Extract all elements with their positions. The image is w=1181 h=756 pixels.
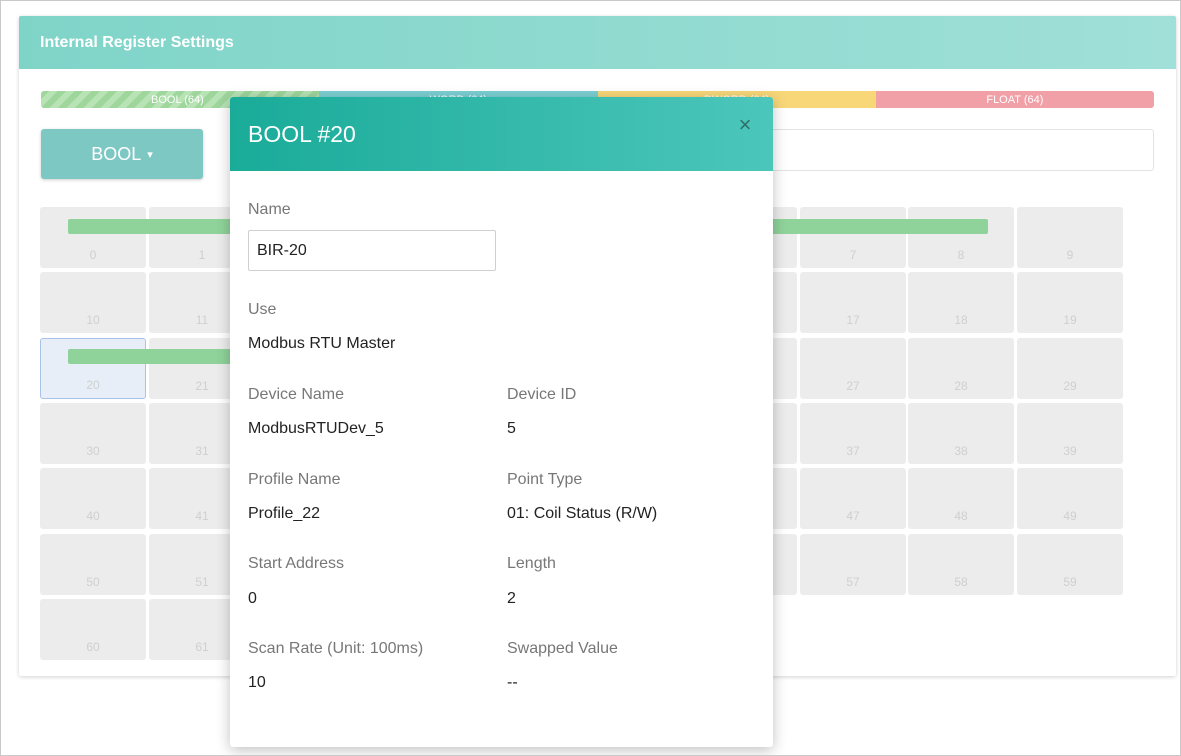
register-cell[interactable]: 38 (908, 403, 1014, 464)
register-cell[interactable]: 39 (1017, 403, 1123, 464)
register-cell-index: 47 (846, 509, 860, 523)
use-value: Modbus RTU Master (248, 335, 396, 352)
register-cell-index: 39 (1063, 444, 1077, 458)
register-cell[interactable]: 50 (40, 534, 146, 595)
register-cell[interactable]: 48 (908, 468, 1014, 529)
start-address-value: 0 (248, 590, 257, 607)
type-segment-float-label: FLOAT (64) (986, 93, 1044, 106)
register-cell[interactable]: 9 (1017, 207, 1123, 268)
register-cell[interactable]: 20 (40, 338, 146, 399)
register-cell-index: 40 (86, 509, 100, 523)
register-cell-index: 20 (86, 378, 100, 392)
register-cell-index: 50 (86, 575, 100, 589)
register-cell-index: 18 (954, 313, 968, 327)
card-header: Internal Register Settings (19, 16, 1176, 69)
app-frame: Internal Register Settings BOOL (64) WOR… (0, 0, 1181, 756)
register-cell-index: 28 (954, 379, 968, 393)
register-detail-dialog: BOOL #20 × Name Use Modbus RTU Master De… (230, 97, 773, 747)
profile-name-label: Profile Name (248, 471, 341, 488)
device-id-value: 5 (507, 420, 516, 437)
register-cell-index: 0 (89, 248, 97, 262)
register-cell-index: 51 (195, 575, 209, 589)
caret-down-icon: ▾ (147, 148, 153, 161)
register-cell-index: 49 (1063, 509, 1077, 523)
scan-rate-value: 10 (248, 674, 266, 691)
start-address-label: Start Address (248, 555, 345, 572)
register-cell-index: 8 (957, 248, 965, 262)
register-type-dropdown[interactable]: BOOL ▾ (41, 129, 203, 179)
register-cell[interactable]: 17 (800, 272, 906, 333)
register-cell[interactable]: 7 (800, 207, 906, 268)
type-segment-bool-label: BOOL (64) (151, 93, 204, 106)
register-cell[interactable]: 49 (1017, 468, 1123, 529)
name-input[interactable] (248, 230, 496, 271)
register-cell[interactable]: 28 (908, 338, 1014, 399)
register-cell[interactable]: 8 (908, 207, 1014, 268)
point-type-label: Point Type (507, 471, 583, 488)
register-cell-index: 1 (198, 248, 206, 262)
dialog-title: BOOL #20 (248, 120, 356, 147)
register-type-label: BOOL (91, 143, 142, 164)
length-value: 2 (507, 590, 516, 607)
name-label: Name (248, 201, 291, 218)
register-cell[interactable]: 60 (40, 599, 146, 660)
profile-name-value: Profile_22 (248, 505, 321, 522)
register-cell-index: 11 (195, 313, 209, 327)
register-cell[interactable]: 57 (800, 534, 906, 595)
length-label: Length (507, 555, 556, 572)
register-cell[interactable]: 10 (40, 272, 146, 333)
register-cell-index: 57 (846, 575, 860, 589)
register-cell-index: 59 (1063, 575, 1077, 589)
register-cell[interactable]: 27 (800, 338, 906, 399)
register-cell-index: 19 (1063, 313, 1077, 327)
register-cell-index: 21 (195, 379, 209, 393)
register-cell[interactable]: 47 (800, 468, 906, 529)
close-icon[interactable]: × (733, 112, 757, 137)
swapped-value-value: -- (507, 674, 518, 691)
register-cell-index: 29 (1063, 379, 1077, 393)
register-cell-index: 30 (86, 444, 100, 458)
register-usage-bar (68, 349, 248, 364)
register-cell[interactable]: 37 (800, 403, 906, 464)
register-cell-index: 60 (86, 640, 100, 654)
register-cell[interactable]: 0 (40, 207, 146, 268)
register-cell-index: 58 (954, 575, 968, 589)
register-cell[interactable]: 40 (40, 468, 146, 529)
point-type-value: 01: Coil Status (R/W) (507, 505, 658, 522)
register-cell-index: 38 (954, 444, 968, 458)
register-cell-index: 37 (846, 444, 860, 458)
card-title: Internal Register Settings (40, 33, 234, 51)
register-cell[interactable]: 58 (908, 534, 1014, 595)
register-cell-index: 61 (195, 640, 209, 654)
register-cell[interactable]: 19 (1017, 272, 1123, 333)
register-cell[interactable]: 18 (908, 272, 1014, 333)
register-cell[interactable]: 29 (1017, 338, 1123, 399)
scan-rate-label: Scan Rate (Unit: 100ms) (248, 640, 424, 657)
use-label: Use (248, 301, 277, 318)
register-cell-index: 10 (86, 313, 100, 327)
device-name-value: ModbusRTUDev_5 (248, 420, 384, 437)
register-cell-index: 48 (954, 509, 968, 523)
register-cell-index: 31 (195, 444, 209, 458)
register-cell[interactable]: 59 (1017, 534, 1123, 595)
register-cell-index: 17 (846, 313, 860, 327)
register-cell-index: 9 (1066, 248, 1074, 262)
register-cell[interactable]: 30 (40, 403, 146, 464)
register-cell-index: 27 (846, 379, 860, 393)
device-id-label: Device ID (507, 386, 577, 403)
register-cell-index: 7 (849, 248, 857, 262)
type-segment-float[interactable]: FLOAT (64) (875, 91, 1154, 108)
swapped-value-label: Swapped Value (507, 640, 618, 657)
register-cell-index: 41 (195, 509, 209, 523)
dialog-header: BOOL #20 × (230, 97, 773, 171)
device-name-label: Device Name (248, 386, 345, 403)
filter-input[interactable] (764, 129, 1154, 171)
